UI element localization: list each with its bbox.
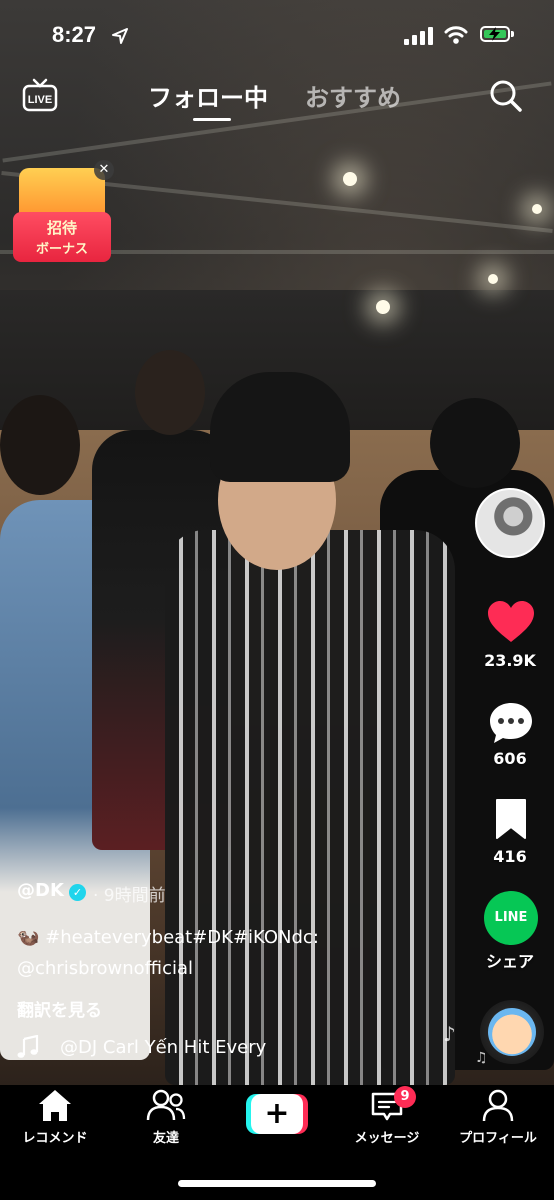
tab-following[interactable]: フォロー中 (148, 78, 268, 113)
wifi-icon (444, 26, 468, 44)
floating-note-icon: ♪ (443, 1022, 456, 1046)
post-time: · 9時間前 (93, 886, 166, 906)
status-time: 8:27 (52, 22, 97, 47)
svg-text:LIVE: LIVE (28, 94, 52, 106)
invite-line1: 招待 (46, 219, 77, 237)
tab-active-indicator (193, 118, 231, 121)
profile-icon[interactable] (448, 1088, 548, 1124)
translate-link[interactable]: 翻訳を見る (17, 996, 102, 1021)
creator-avatar[interactable] (475, 488, 545, 558)
share-label[interactable]: シェア (470, 948, 550, 972)
dancer-back-head (135, 350, 205, 435)
caption-line-1[interactable]: 🦦 #heateverybeat#DK#iKONdc: (17, 927, 319, 948)
dancer-center (165, 530, 455, 1085)
search-icon[interactable] (489, 79, 523, 113)
tab-for-you[interactable]: おすすめ (305, 78, 401, 113)
line-share-label: LINE (494, 910, 528, 925)
bookmark-icon[interactable] (494, 798, 528, 840)
location-arrow-icon (112, 28, 128, 44)
live-icon[interactable]: LIVE (22, 78, 58, 112)
tiktok-screen: 8:27 LIVE フォロー中 おすすめ 招待 ボーナス ✕ 23.9K 606… (0, 0, 554, 1200)
comment-count: 606 (493, 749, 527, 768)
plus-icon: + (251, 1094, 303, 1134)
music-note-icon (17, 1035, 39, 1058)
home-indicator[interactable] (178, 1180, 376, 1187)
tab-friends[interactable]: 友達 (116, 1127, 216, 1146)
status-bar: 8:27 (0, 0, 554, 70)
inbox-badge: 9 (394, 1086, 416, 1108)
inbox-icon[interactable] (337, 1088, 437, 1124)
tab-inbox[interactable]: メッセージ (337, 1127, 437, 1146)
create-button[interactable]: + (246, 1094, 308, 1134)
ceiling-light (376, 300, 390, 314)
comment-icon[interactable] (488, 701, 534, 745)
like-count: 23.9K (484, 651, 536, 670)
battery-tip (511, 31, 514, 37)
tab-profile[interactable]: プロフィール (448, 1127, 548, 1146)
heart-icon[interactable] (487, 600, 535, 644)
ceiling-beam (2, 81, 552, 163)
invite-close-icon[interactable]: ✕ (94, 160, 114, 180)
home-icon[interactable] (5, 1088, 105, 1124)
friends-icon[interactable] (116, 1088, 216, 1124)
ceiling-light (343, 172, 357, 186)
tab-home[interactable]: レコメンド (5, 1127, 105, 1146)
dancer-right-head (430, 398, 520, 488)
ceiling-light (488, 274, 498, 284)
invite-line2: ボーナス (35, 242, 88, 257)
dancer-left-head (0, 395, 80, 495)
cellular-signal-icon (404, 27, 433, 45)
verified-badge-icon: ✓ (69, 884, 86, 901)
ceiling-light (532, 204, 542, 214)
floating-note-icon: ♫ (475, 1050, 488, 1066)
sound-cover-image (488, 1008, 536, 1056)
save-count: 416 (493, 847, 527, 866)
dancer-center-beanie (210, 372, 350, 482)
caption-line-2[interactable]: @chrisbrownofficial (17, 958, 193, 979)
author-handle[interactable]: @DK (17, 880, 64, 901)
sound-marquee[interactable]: @DJ Carl Yến Hit Every (60, 1037, 300, 1058)
charging-bolt-icon (489, 27, 500, 41)
